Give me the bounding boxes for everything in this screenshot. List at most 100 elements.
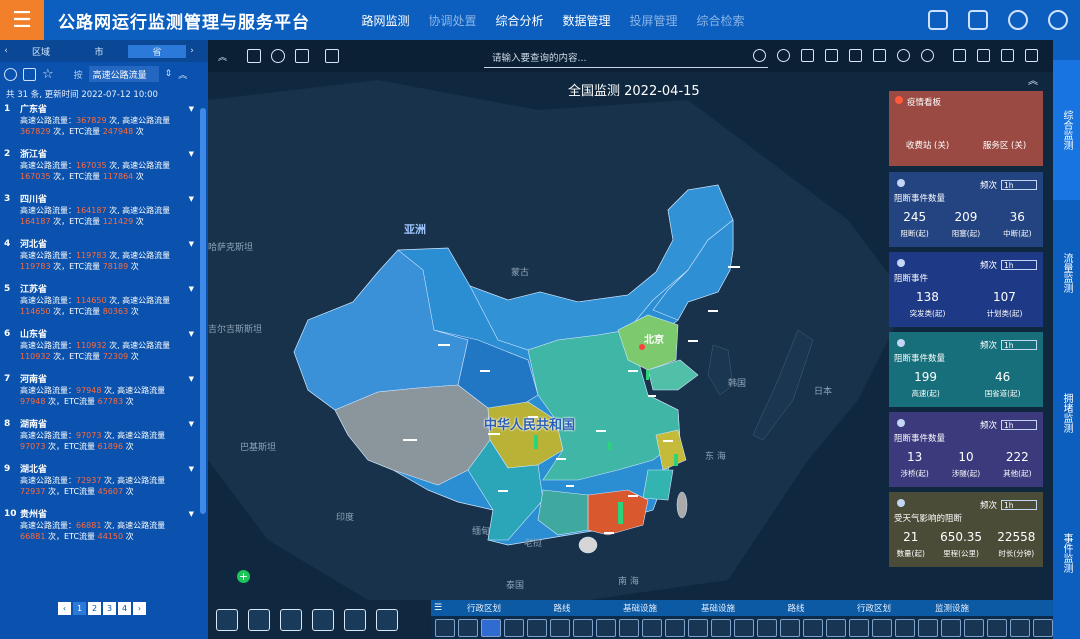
ruler-icon[interactable] — [873, 49, 886, 62]
nav-search[interactable]: 综合检索 — [687, 12, 754, 29]
card-block-count[interactable]: 阻断事件数量 频次 1h 245 阻断(起) 209 阻塞(起) 36 中断(起) — [889, 172, 1043, 247]
road-icon[interactable] — [895, 619, 915, 637]
lane-icon[interactable] — [527, 619, 547, 637]
page-1[interactable]: 1 — [73, 602, 86, 615]
caret-down-icon[interactable]: ▼ — [189, 285, 194, 293]
layer-tab[interactable]: 基础设施 — [601, 602, 679, 614]
layer-tab[interactable]: 行政区划 — [835, 602, 913, 614]
page-2[interactable]: 2 — [88, 602, 101, 615]
bridge-icon[interactable] — [665, 619, 685, 637]
layer-tab[interactable]: 行政区划 — [445, 602, 523, 614]
caret-down-icon[interactable]: ▼ — [189, 330, 194, 338]
province-item[interactable]: 9 湖北省 ▼ 高速公路流量：72937 次, 高速公路流量 72937 次，ETC流量… — [0, 460, 198, 505]
nav-analysis[interactable]: 综合分析 — [486, 12, 553, 29]
province-item[interactable]: 6 山东省 ▼ 高速公路流量：110932 次, 高速公路流量 110932 次，ETC… — [0, 325, 198, 370]
toll-icon[interactable] — [596, 619, 616, 637]
user-avatar-icon[interactable] — [1048, 10, 1068, 30]
tunnel-icon[interactable] — [941, 619, 961, 637]
locate-icon[interactable] — [921, 49, 934, 62]
freq-select[interactable]: 频次 1h — [980, 259, 1037, 271]
caret-down-icon[interactable]: ▼ — [189, 195, 194, 203]
chart-icon[interactable] — [953, 49, 966, 62]
monitor-icon[interactable] — [849, 619, 869, 637]
freq-select[interactable]: 频次 1h — [980, 499, 1037, 511]
tab-city[interactable]: 市 — [70, 45, 128, 58]
filter-select[interactable]: 高速公路流量 — [88, 66, 159, 82]
caret-down-icon[interactable]: ▼ — [189, 375, 194, 383]
signal-icon[interactable] — [688, 619, 708, 637]
camera-icon[interactable] — [619, 619, 639, 637]
camera-icon[interactable] — [280, 608, 302, 631]
toll-icon[interactable] — [376, 608, 398, 631]
province-item[interactable]: 1 广东省 ▼ 高速公路流量：367829 次, 高速公路流量 367829 次，ETC… — [0, 100, 198, 145]
layer-tab[interactable]: 路线 — [757, 602, 835, 614]
page-4[interactable]: 4 — [118, 602, 131, 615]
menu-icon[interactable]: ☰ — [431, 603, 445, 613]
camera-icon[interactable] — [825, 49, 838, 62]
page-3[interactable]: 3 — [103, 602, 116, 615]
layer-tab[interactable]: 监测设施 — [913, 602, 991, 614]
car-icon[interactable] — [573, 619, 593, 637]
nav-data-management[interactable]: 数据管理 — [553, 12, 620, 29]
layer-tab[interactable]: 基础设施 — [679, 602, 757, 614]
layer-tab[interactable]: 路线 — [523, 602, 601, 614]
card-weather[interactable]: 受天气影响的阻断 频次 1h 21 数量(起) 650.35 里程(公里) 22558… — [889, 492, 1043, 567]
caret-down-icon[interactable]: ▼ — [189, 150, 194, 158]
page-prev-button[interactable]: ‹ — [58, 602, 71, 615]
phone-icon[interactable] — [344, 608, 366, 631]
signpost-icon[interactable] — [801, 49, 814, 62]
freq-select[interactable]: 频次 1h — [980, 339, 1037, 351]
export-icon[interactable] — [23, 67, 36, 81]
double-chevron-up-icon[interactable]: ︽ — [178, 68, 187, 81]
message-icon[interactable] — [248, 608, 270, 631]
card-epidemic[interactable]: 疫情看板 收费站 (关) 服务区 (关) — [889, 91, 1043, 166]
province-item[interactable]: 2 浙江省 ▼ 高速公路流量：167035 次, 高速公路流量 167035 次，ETC… — [0, 145, 198, 190]
province-item[interactable]: 5 江苏省 ▼ 高速公路流量：114650 次, 高速公路流量 114650 次，ETC… — [0, 280, 198, 325]
tab-comprehensive[interactable]: 综合监测 — [1053, 60, 1080, 200]
camera-icon[interactable] — [987, 619, 1007, 637]
freq-select[interactable]: 频次 1h — [980, 179, 1037, 191]
location-icon[interactable] — [897, 49, 910, 62]
tab-event[interactable]: 事件监测 — [1053, 485, 1080, 620]
road-icon[interactable] — [918, 619, 938, 637]
tab-region[interactable]: 区域 — [12, 45, 70, 58]
card-structure[interactable]: 阻断事件数量 频次 1h 13 涉桥(起) 10 涉隧(起) 222 其他(起) — [889, 412, 1043, 487]
layers-icon[interactable] — [977, 49, 990, 62]
province-item[interactable]: 4 河北省 ▼ 高速公路流量：119783 次, 高速公路流量 119783 次，ETC… — [0, 235, 198, 280]
pin-icon[interactable] — [849, 49, 862, 62]
sort-icon[interactable]: ⇕ — [165, 69, 173, 79]
scrollbar-thumb[interactable] — [200, 108, 206, 514]
card-block-events[interactable]: 阻断事件 频次 1h 138 突发类(起) 107 计划类(起) — [889, 252, 1043, 327]
road-icon[interactable] — [780, 619, 800, 637]
search-icon[interactable] — [4, 67, 17, 81]
caret-down-icon[interactable]: ▼ — [189, 105, 194, 113]
road-icon[interactable] — [1033, 619, 1053, 637]
doc-search-icon[interactable] — [928, 10, 948, 30]
road-icon[interactable] — [1010, 619, 1030, 637]
road-icon[interactable] — [504, 619, 524, 637]
grid-icon[interactable] — [247, 49, 262, 63]
export-icon[interactable] — [1025, 49, 1038, 62]
nav-screen-cast[interactable]: 投屏管理 — [620, 12, 687, 29]
province-item[interactable]: 10 贵州省 ▼ 高速公路流量：66881 次, 高速公路流量 66881 次，ETC流… — [0, 505, 198, 550]
person-icon[interactable] — [458, 619, 478, 637]
map-search-input[interactable]: 请输入要查询的内容... — [484, 46, 768, 68]
tab-congestion[interactable]: 拥堵监测 — [1053, 345, 1080, 480]
province-item[interactable]: 7 河南省 ▼ 高速公路流量：97948 次, 高速公路流量 97948 次，ETC流量… — [0, 370, 198, 415]
timer-icon[interactable] — [271, 49, 286, 63]
map-icon[interactable] — [642, 619, 662, 637]
alarm-icon[interactable] — [325, 49, 340, 63]
parking-icon[interactable] — [757, 619, 777, 637]
chevron-left-icon[interactable]: ‹ — [0, 46, 12, 56]
home-icon[interactable] — [968, 10, 988, 30]
alarm-bell-icon[interactable] — [1008, 10, 1028, 30]
barrier-icon[interactable] — [435, 619, 455, 637]
list-scrollbar[interactable] — [200, 108, 206, 514]
monitor-icon[interactable] — [1001, 49, 1014, 62]
road-icon[interactable] — [803, 619, 823, 637]
hamburger-icon[interactable]: ☰ — [0, 0, 44, 40]
road-icon[interactable] — [826, 619, 846, 637]
nav-coordination[interactable]: 协调处置 — [419, 12, 486, 29]
caret-down-icon[interactable]: ▼ — [189, 510, 194, 518]
card-road-type[interactable]: 阻断事件数量 频次 1h 199 高速(起) 46 国省道(起) — [889, 332, 1043, 407]
